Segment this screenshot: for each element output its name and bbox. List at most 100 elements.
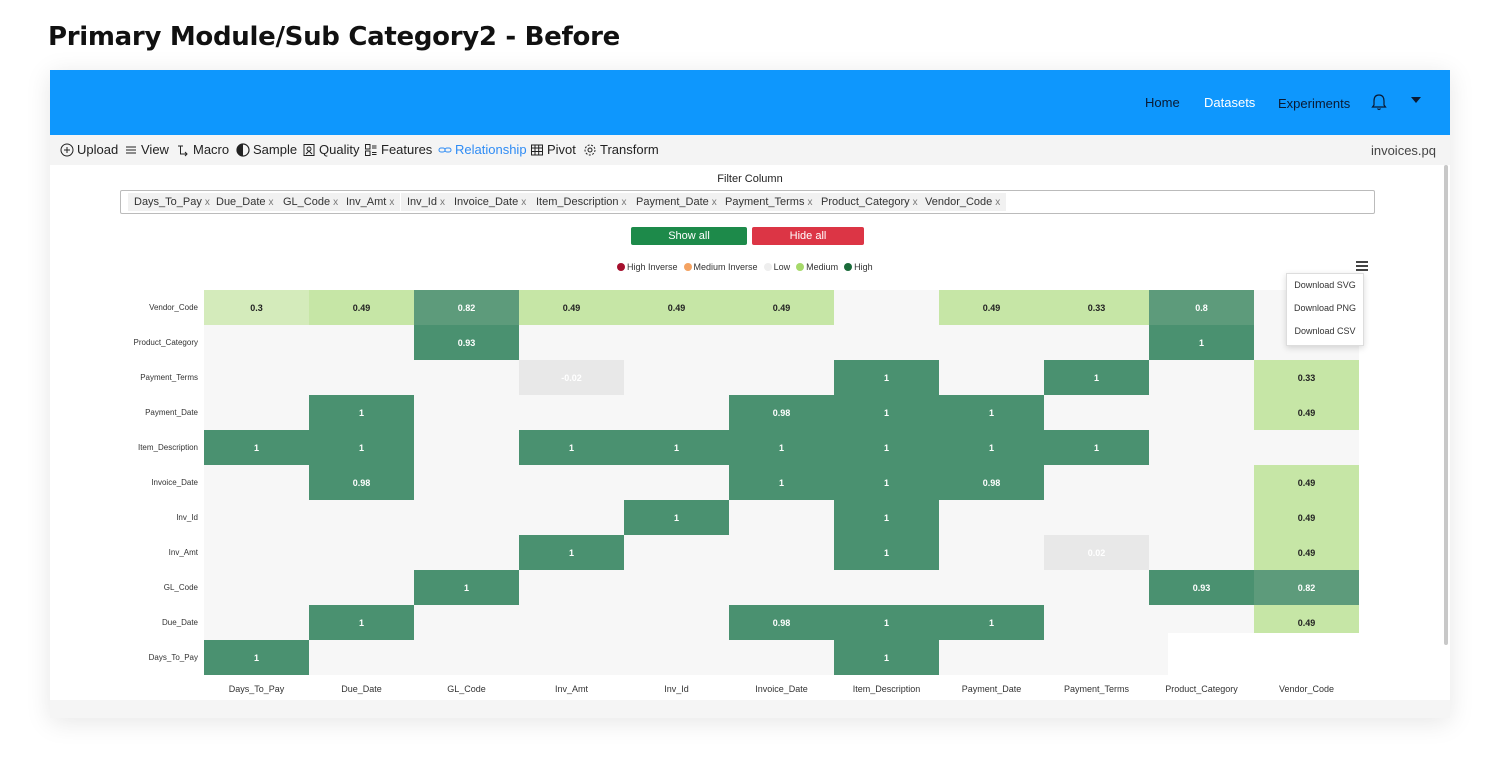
heatmap-cell[interactable]: 0.98: [729, 395, 834, 430]
heatmap-cell[interactable]: 1: [939, 430, 1044, 465]
heatmap-cell[interactable]: [519, 395, 624, 430]
heatmap-cell[interactable]: 1: [939, 395, 1044, 430]
heatmap-cell[interactable]: [519, 605, 624, 640]
heatmap-cell[interactable]: 1: [1044, 430, 1149, 465]
relationship-button[interactable]: Relationship: [438, 142, 527, 157]
heatmap-cell[interactable]: [834, 570, 939, 605]
heatmap-cell[interactable]: 1: [939, 605, 1044, 640]
heatmap-cell[interactable]: [414, 430, 519, 465]
heatmap-cell[interactable]: [729, 500, 834, 535]
heatmap-cell[interactable]: [1044, 500, 1149, 535]
heatmap-cell[interactable]: [414, 640, 519, 675]
remove-tag-icon[interactable]: x: [913, 197, 918, 208]
heatmap-cell[interactable]: [834, 290, 939, 325]
chart-menu-icon[interactable]: [1356, 261, 1368, 271]
features-button[interactable]: Features: [364, 142, 432, 157]
filter-tag[interactable]: Product_Category x: [815, 193, 924, 211]
heatmap-cell[interactable]: [1044, 605, 1149, 640]
heatmap-cell[interactable]: 1: [309, 430, 414, 465]
heatmap-cell[interactable]: 0.98: [309, 465, 414, 500]
filter-tag[interactable]: Due_Date x: [210, 193, 280, 211]
heatmap-cell[interactable]: [204, 535, 309, 570]
heatmap-cell[interactable]: [204, 570, 309, 605]
heatmap-cell[interactable]: 0.93: [414, 325, 519, 360]
heatmap-cell[interactable]: [414, 535, 519, 570]
heatmap-cell[interactable]: [624, 395, 729, 430]
heatmap-cell[interactable]: [624, 605, 729, 640]
heatmap-cell[interactable]: 1: [834, 395, 939, 430]
heatmap-cell[interactable]: 1: [309, 395, 414, 430]
heatmap-cell[interactable]: [1044, 325, 1149, 360]
heatmap-cell[interactable]: [519, 640, 624, 675]
heatmap-cell[interactable]: 0.49: [1254, 500, 1359, 535]
heatmap-cell[interactable]: 1: [1044, 360, 1149, 395]
heatmap-cell[interactable]: 1: [204, 430, 309, 465]
heatmap-cell[interactable]: [204, 395, 309, 430]
heatmap-cell[interactable]: 1: [729, 465, 834, 500]
heatmap-cell[interactable]: [204, 360, 309, 395]
heatmap-cell[interactable]: [624, 535, 729, 570]
heatmap-cell[interactable]: 1: [519, 535, 624, 570]
bell-icon[interactable]: [1370, 92, 1388, 112]
heatmap-cell[interactable]: [519, 325, 624, 360]
heatmap-cell[interactable]: [939, 500, 1044, 535]
heatmap-cell[interactable]: [939, 535, 1044, 570]
heatmap-cell[interactable]: [309, 360, 414, 395]
heatmap-cell[interactable]: [204, 500, 309, 535]
heatmap-cell[interactable]: [729, 570, 834, 605]
heatmap-cell[interactable]: [1149, 360, 1254, 395]
heatmap-cell[interactable]: [939, 570, 1044, 605]
sample-button[interactable]: Sample: [236, 142, 297, 157]
caret-down-icon[interactable]: [1411, 97, 1421, 103]
heatmap-cell[interactable]: -0.02: [519, 360, 624, 395]
filter-column-select[interactable]: Days_To_Pay x Due_Date x GL_Code x Inv_Amt x Inv…: [120, 190, 1375, 214]
heatmap-cell[interactable]: 0.49: [939, 290, 1044, 325]
heatmap-cell[interactable]: 1: [834, 640, 939, 675]
heatmap-cell[interactable]: [414, 500, 519, 535]
filter-tag[interactable]: Inv_Amt x: [340, 193, 401, 211]
heatmap-cell[interactable]: [1044, 395, 1149, 430]
remove-tag-icon[interactable]: x: [389, 197, 394, 208]
heatmap-cell[interactable]: [834, 325, 939, 360]
heatmap-cell[interactable]: [519, 465, 624, 500]
heatmap-cell[interactable]: [624, 325, 729, 360]
heatmap-cell[interactable]: 0.98: [939, 465, 1044, 500]
heatmap-cell[interactable]: [729, 640, 834, 675]
heatmap-cell[interactable]: 1: [834, 465, 939, 500]
filter-tag[interactable]: Item_Description x: [530, 193, 633, 211]
heatmap-cell[interactable]: 0.33: [1044, 290, 1149, 325]
heatmap-cell[interactable]: [939, 640, 1044, 675]
heatmap-cell[interactable]: [1149, 465, 1254, 500]
heatmap-cell[interactable]: [414, 465, 519, 500]
heatmap-cell[interactable]: [414, 395, 519, 430]
heatmap-cell[interactable]: [309, 535, 414, 570]
heatmap-cell[interactable]: [519, 570, 624, 605]
heatmap-cell[interactable]: 0.02: [1044, 535, 1149, 570]
heatmap-cell[interactable]: [624, 640, 729, 675]
transform-button[interactable]: Transform: [583, 142, 659, 157]
nav-home-link[interactable]: Home: [1145, 95, 1180, 110]
heatmap-cell[interactable]: 0.93: [1149, 570, 1254, 605]
heatmap-cell[interactable]: 1: [414, 570, 519, 605]
filter-tag[interactable]: Payment_Terms x: [719, 193, 819, 211]
heatmap-cell[interactable]: 1: [729, 430, 834, 465]
heatmap-cell[interactable]: 0.49: [624, 290, 729, 325]
heatmap-cell[interactable]: 0.49: [519, 290, 624, 325]
heatmap-cell[interactable]: [204, 465, 309, 500]
remove-tag-icon[interactable]: x: [807, 197, 812, 208]
heatmap-cell[interactable]: [309, 640, 414, 675]
filter-tag[interactable]: GL_Code x: [277, 193, 345, 211]
heatmap-cell[interactable]: 0.49: [1254, 535, 1359, 570]
heatmap-cell[interactable]: 1: [624, 500, 729, 535]
heatmap-cell[interactable]: [414, 605, 519, 640]
heatmap-cell[interactable]: [1149, 500, 1254, 535]
filter-tag[interactable]: Days_To_Pay x: [128, 193, 216, 211]
heatmap-cell[interactable]: 1: [834, 500, 939, 535]
heatmap-cell[interactable]: 1: [519, 430, 624, 465]
heatmap-cell[interactable]: [729, 535, 834, 570]
macro-button[interactable]: Macro: [176, 142, 229, 157]
heatmap-cell[interactable]: 1: [834, 430, 939, 465]
heatmap-cell[interactable]: 0.3: [204, 290, 309, 325]
legend-item[interactable]: High Inverse: [617, 262, 678, 272]
heatmap-cell[interactable]: [519, 500, 624, 535]
